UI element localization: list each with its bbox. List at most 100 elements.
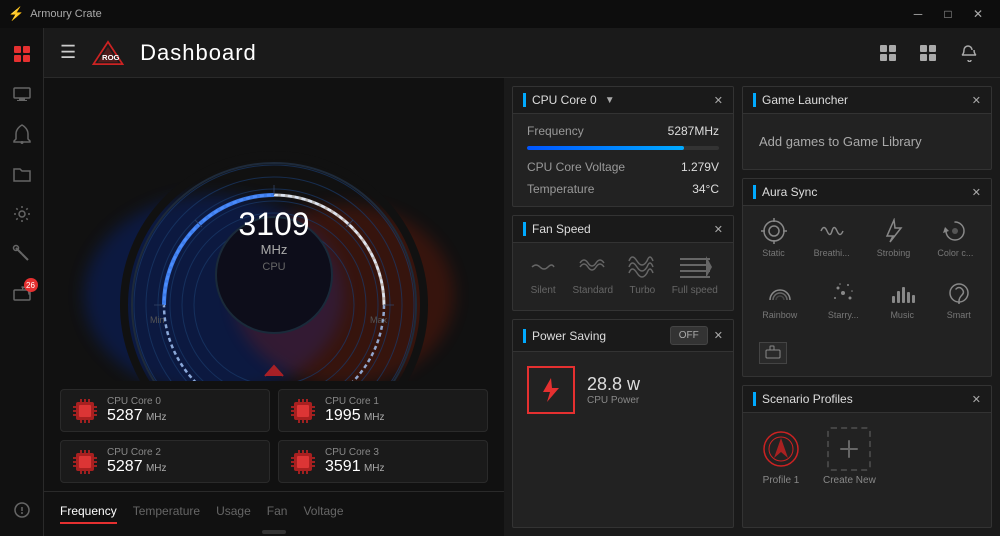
scenario-widget: Scenario Profiles ✕ <box>742 385 992 528</box>
tab-frequency[interactable]: Frequency <box>60 500 117 524</box>
game-widget-accent <box>753 93 756 107</box>
close-button[interactable]: ✕ <box>964 0 992 28</box>
tab-temperature[interactable]: Temperature <box>133 500 200 524</box>
sidebar-item-settings[interactable] <box>4 196 40 232</box>
aura-mode-rainbow[interactable]: Rainbow <box>758 276 801 324</box>
aura-extra-button[interactable] <box>759 342 787 364</box>
scenario-widget-close-icon[interactable]: ✕ <box>972 393 981 406</box>
cpu-widget-accent <box>523 93 526 107</box>
sidebar-item-devices[interactable] <box>4 76 40 112</box>
header: ☰ ROG Dashboard <box>44 28 1000 78</box>
cpu-core-1-card: CPU Core 1 1995 MHz <box>278 389 488 432</box>
grid-view-button[interactable] <box>872 37 904 69</box>
fan-full-label: Full speed <box>672 285 718 296</box>
fan-mode-standard[interactable]: Standard <box>572 253 613 296</box>
cpu-core-3-info: CPU Core 3 3591 MHz <box>325 447 477 476</box>
aura-static-label: Static <box>762 248 785 258</box>
power-widget-header: Power Saving OFF ✕ <box>513 320 733 352</box>
tab-usage[interactable]: Usage <box>216 500 251 524</box>
power-widget-close-icon[interactable]: ✕ <box>714 329 723 342</box>
aura-mode-starry[interactable]: Starry... <box>824 276 863 324</box>
sidebar-item-tools[interactable] <box>4 236 40 272</box>
fan-widget: Fan Speed ✕ Silent <box>512 215 734 311</box>
fan-silent-label: Silent <box>531 285 556 296</box>
cpu-widget-close-icon[interactable]: ✕ <box>714 94 723 107</box>
cpu-widget-title: CPU Core 0 <box>532 93 597 107</box>
fan-mode-turbo[interactable]: Turbo <box>627 253 657 296</box>
fan-widget-close-icon[interactable]: ✕ <box>714 223 723 236</box>
cpu-freq-row: Frequency 5287MHz <box>527 124 719 138</box>
fan-mode-silent[interactable]: Silent <box>528 253 558 296</box>
maximize-button[interactable]: □ <box>934 0 962 28</box>
cpu-freq-fill <box>527 146 684 150</box>
aura-music-icon <box>889 280 915 306</box>
aura-mode-breathing[interactable]: Breathi... <box>810 214 854 262</box>
power-toggle-button[interactable]: OFF <box>670 326 708 345</box>
cpu-core-2-freq: 5287 MHz <box>107 458 259 476</box>
profile-1-item[interactable]: Profile 1 <box>759 427 803 486</box>
fan-widget-accent <box>523 222 526 236</box>
aura-row-2: Rainbow <box>751 276 983 324</box>
sidebar-item-notifications[interactable] <box>4 116 40 152</box>
fan-standard-icon <box>578 253 608 281</box>
game-widget-header-left: Game Launcher <box>753 93 848 107</box>
aura-starry-label: Starry... <box>828 310 859 320</box>
cpu-core-3-freq: 3591 MHz <box>325 458 477 476</box>
svg-text:Max: Max <box>370 315 388 325</box>
fan-mode-full[interactable]: Full speed <box>672 253 718 296</box>
scenario-widget-body: Profile 1 Create New <box>743 413 991 500</box>
power-widget: Power Saving OFF ✕ <box>512 319 734 528</box>
scenario-widget-header: Scenario Profiles ✕ <box>743 386 991 413</box>
cpu-core-1-name: CPU Core 1 <box>325 396 477 407</box>
cpu-core-3-card: CPU Core 3 3591 MHz <box>278 440 488 483</box>
sidebar-item-dashboard[interactable] <box>4 36 40 72</box>
list-view-button[interactable] <box>912 37 944 69</box>
main-body: Min Max 3109 M <box>44 78 1000 536</box>
notify-button[interactable] <box>952 37 984 69</box>
fan-widget-body: Silent Standard <box>513 243 733 310</box>
gauge-panel: Min Max 3109 M <box>44 78 504 536</box>
profile-1-rog-icon <box>762 430 800 468</box>
tab-fan[interactable]: Fan <box>267 500 288 524</box>
fan-silent-icon <box>528 253 558 281</box>
profile-1-icon <box>759 427 803 471</box>
power-widget-body: 28.8 w CPU Power <box>513 352 733 428</box>
aura-mode-strobing[interactable]: Strobing <box>873 214 915 262</box>
header-left: ☰ ROG Dashboard <box>60 38 257 68</box>
create-new-item[interactable]: Create New <box>823 427 876 486</box>
cpu-core-0-info: CPU Core 0 5287 MHz <box>107 396 259 425</box>
aura-mode-music[interactable]: Music <box>885 276 919 324</box>
gauge-center: 3109 MHz CPU <box>238 208 309 273</box>
profile-1-label: Profile 1 <box>763 475 800 486</box>
page-title: Dashboard <box>140 40 257 66</box>
cpu-widget-header-left: CPU Core 0 ▼ <box>523 93 615 107</box>
minimize-button[interactable]: ─ <box>904 0 932 28</box>
svg-text:Min: Min <box>150 315 165 325</box>
app-name: Armoury Crate <box>30 8 102 20</box>
game-widget-close-icon[interactable]: ✕ <box>972 94 981 107</box>
titlebar-controls: ─ □ ✕ <box>904 0 992 28</box>
power-icon-box <box>527 366 575 414</box>
tab-voltage[interactable]: Voltage <box>303 500 343 524</box>
scrollbar[interactable] <box>44 528 504 536</box>
cpu-core-1-info: CPU Core 1 1995 MHz <box>325 396 477 425</box>
aura-widget-accent <box>753 185 756 199</box>
aura-colorcycle-icon <box>942 218 968 244</box>
aura-strobing-label: Strobing <box>877 248 911 258</box>
hamburger-button[interactable]: ☰ <box>60 42 76 63</box>
fan-widget-title: Fan Speed <box>532 222 591 236</box>
aura-mode-color-cycle[interactable]: Color c... <box>933 214 977 262</box>
power-widget-header-left: Power Saving <box>523 329 606 343</box>
aura-mode-smart[interactable]: Smart <box>942 276 976 324</box>
mid-col: CPU Core 0 ▼ ✕ Frequency 5287MHz <box>512 86 734 528</box>
game-widget: Game Launcher ✕ Add games to Game Librar… <box>742 86 992 170</box>
sidebar-item-bottom[interactable] <box>4 492 40 528</box>
sidebar-item-folder[interactable] <box>4 156 40 192</box>
aura-mode-static[interactable]: Static <box>757 214 791 262</box>
aura-rainbow-icon <box>767 280 793 306</box>
bottom-tabs: Frequency Temperature Usage Fan Voltage <box>44 491 504 528</box>
sidebar-item-update[interactable]: 26 <box>4 276 40 312</box>
cpu-core-dropdown-icon[interactable]: ▼ <box>605 95 615 106</box>
aura-widget-close-icon[interactable]: ✕ <box>972 186 981 199</box>
cpu-core-0-card: CPU Core 0 5287 MHz <box>60 389 270 432</box>
